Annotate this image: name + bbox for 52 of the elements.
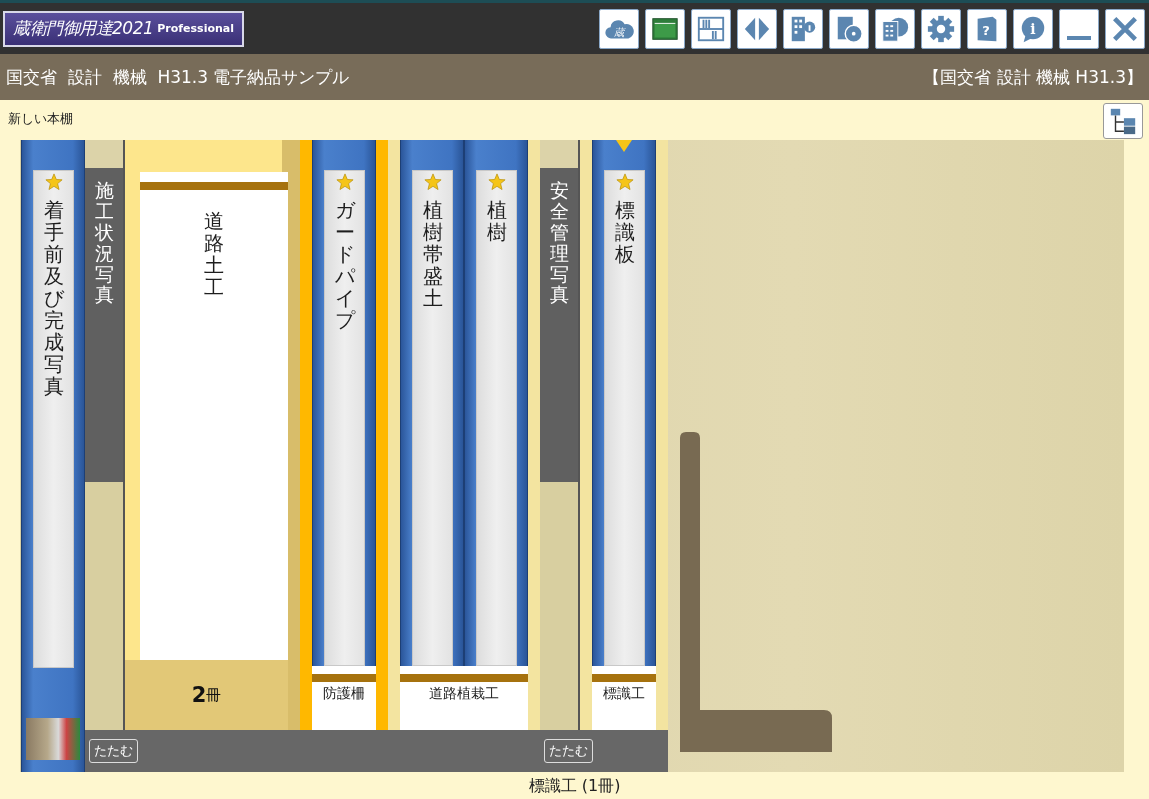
project-context: 【国交省 設計 機械 H31.3】 xyxy=(923,65,1143,89)
binder-title: 植樹帯盛土 xyxy=(422,199,443,309)
shelf-name: 新しい本棚 xyxy=(8,110,73,128)
toolbar-button[interactable]: ? xyxy=(967,8,1007,49)
collapse-button[interactable]: たたむ xyxy=(544,739,593,763)
binder-title: ガードパイプ xyxy=(334,199,355,331)
divider-title: 安全管理写真 xyxy=(549,180,569,308)
minimize-icon xyxy=(1067,35,1091,40)
toolbar-button[interactable] xyxy=(691,8,731,49)
cloud-glyph: 蔵 xyxy=(614,25,624,38)
tree-view-button[interactable] xyxy=(1103,103,1143,139)
info-glyph: i xyxy=(1030,20,1036,37)
binder-spine[interactable]: 標識板 xyxy=(592,140,656,666)
binder-group[interactable]: 標識板 標識工 xyxy=(580,140,668,730)
binder-spine[interactable]: 植樹 xyxy=(464,140,528,666)
help-glyph: ? xyxy=(982,22,990,38)
toolbar-button[interactable] xyxy=(1105,8,1145,49)
group-label: 防護柵 xyxy=(323,685,365,703)
binder-group[interactable]: 植樹帯盛土 植樹 道路植栽工 xyxy=(388,140,540,730)
binder-spine[interactable]: 着手前及び完成写真 xyxy=(21,140,85,772)
divider-tab[interactable]: 施工状況写真 xyxy=(85,140,125,730)
group-label: 標識工 xyxy=(603,685,645,703)
group-label: 道路植栽工 xyxy=(429,685,499,703)
label-stripe xyxy=(592,674,656,682)
binder-title: 着手前及び完成写真 xyxy=(43,199,64,397)
label-stripe xyxy=(312,674,376,682)
app-logo: 蔵衛門御用達2021 Professional xyxy=(3,10,244,47)
folder-title: 道路土工 xyxy=(204,210,224,301)
divider-tab[interactable]: 安全管理写真 xyxy=(540,140,580,730)
binder-spine[interactable]: ガードパイプ xyxy=(312,140,376,666)
binder-title: 標識板 xyxy=(614,199,635,265)
folder-count: 2冊 xyxy=(125,660,288,730)
toolbar-button[interactable] xyxy=(783,8,823,49)
folder-stack[interactable]: 道路土工 2冊 xyxy=(125,140,300,730)
project-title: 国交省 設計 機械 H31.3 電子納品サンプル xyxy=(6,65,350,89)
toolbar-button[interactable] xyxy=(1059,8,1099,49)
toolbar-button[interactable] xyxy=(829,8,869,49)
binder-spine[interactable]: 植樹帯盛土 xyxy=(400,140,464,666)
binder-group[interactable]: ガードパイプ 防護柵 xyxy=(300,140,388,730)
toolbar-button[interactable] xyxy=(921,8,961,49)
toolbar-button[interactable] xyxy=(875,8,915,49)
tree-icon xyxy=(1108,106,1138,136)
toolbar-button[interactable] xyxy=(645,8,685,49)
photo-placeholder xyxy=(26,718,80,760)
divider-title: 施工状況写真 xyxy=(94,180,114,308)
toolbar-button[interactable]: 蔵 xyxy=(599,8,639,49)
settings-icon xyxy=(926,13,956,44)
binder-title: 植樹 xyxy=(486,199,507,243)
toolbar-button[interactable] xyxy=(737,8,777,49)
toolbar-button[interactable]: i xyxy=(1013,8,1053,49)
status-text: 標識工 (1冊) xyxy=(527,775,622,797)
collapse-button[interactable]: たたむ xyxy=(89,739,138,763)
